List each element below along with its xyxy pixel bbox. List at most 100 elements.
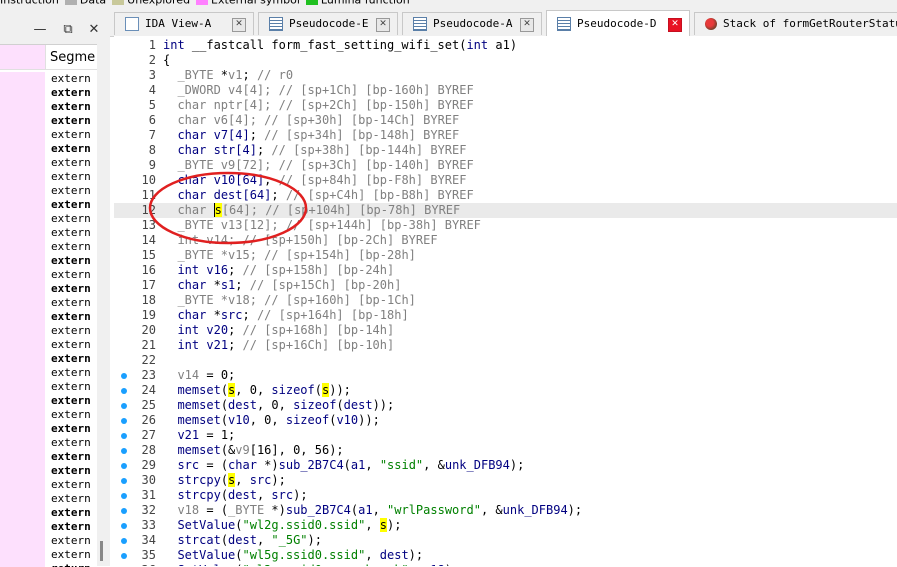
code-line[interactable]: 26 memset(v10, 0, sizeof(v10)); (114, 413, 897, 428)
close-icon[interactable]: ✕ (84, 19, 104, 41)
list-item[interactable]: extern (0, 212, 97, 226)
list-item[interactable]: extern (0, 492, 97, 506)
code-line[interactable]: 33 SetValue("wl2g.ssid0.ssid", s); (114, 518, 897, 533)
code-line[interactable]: 4 _DWORD v4[4]; // [sp+1Ch] [bp-160h] BY… (114, 83, 897, 98)
code-line[interactable]: 10 char v10[64]; // [sp+84h] [bp-F8h] BY… (114, 173, 897, 188)
list-item[interactable]: extern (0, 394, 97, 408)
code-line[interactable]: 22 (114, 353, 897, 368)
list-item[interactable]: return (0, 562, 97, 567)
list-item[interactable]: extern (0, 128, 97, 142)
float-window-icon[interactable]: ⧉ (58, 19, 78, 41)
code-line[interactable]: 32 v18 = (_BYTE *)sub_2B7C4(a1, "wrlPass… (114, 503, 897, 518)
code-line[interactable]: 8 char str[4]; // [sp+38h] [bp-144h] BYR… (114, 143, 897, 158)
code-line[interactable]: 18 _BYTE *v18; // [sp+160h] [bp-1Ch] (114, 293, 897, 308)
list-item[interactable]: extern (0, 534, 97, 548)
code-line[interactable]: 24 memset(s, 0, sizeof(s)); (114, 383, 897, 398)
code-line[interactable]: 3 _BYTE *v1; // r0 (114, 68, 897, 83)
code-line[interactable]: 29 src = (char *)sub_2B7C4(a1, "ssid", &… (114, 458, 897, 473)
code-line[interactable]: 17 char *s1; // [sp+15Ch] [bp-20h] (114, 278, 897, 293)
list-item[interactable]: extern (0, 100, 97, 114)
list-item[interactable]: extern (0, 478, 97, 492)
code-line[interactable]: 30 strcpy(s, src); (114, 473, 897, 488)
list-item[interactable]: extern (0, 170, 97, 184)
list-item[interactable]: extern (0, 450, 97, 464)
list-item[interactable]: extern (0, 268, 97, 282)
breakpoint-dot-icon[interactable] (121, 523, 127, 529)
code-line[interactable]: 5 char nptr[4]; // [sp+2Ch] [bp-150h] BY… (114, 98, 897, 113)
code-line[interactable]: 20 int v20; // [sp+168h] [bp-14h] (114, 323, 897, 338)
list-item[interactable]: extern (0, 352, 97, 366)
list-item[interactable]: extern (0, 506, 97, 520)
code-line[interactable]: 9 _BYTE v9[72]; // [sp+3Ch] [bp-140h] BY… (114, 158, 897, 173)
code-line[interactable]: 25 memset(dest, 0, sizeof(dest)); (114, 398, 897, 413)
list-item[interactable]: extern (0, 464, 97, 478)
code-line[interactable]: 11 char dest[64]; // [sp+C4h] [bp-B8h] B… (114, 188, 897, 203)
list-item[interactable]: extern (0, 310, 97, 324)
list-item[interactable]: extern (0, 408, 97, 422)
code-line[interactable]: 15 _BYTE *v15; // [sp+154h] [bp-28h] (114, 248, 897, 263)
code-line[interactable]: 16 int v16; // [sp+158h] [bp-24h] (114, 263, 897, 278)
list-item[interactable]: extern (0, 520, 97, 534)
list-item[interactable]: extern (0, 156, 97, 170)
breakpoint-dot-icon[interactable] (121, 448, 127, 454)
list-item[interactable]: extern (0, 380, 97, 394)
left-panel-scrollbar[interactable] (97, 44, 110, 566)
breakpoint-dot-icon[interactable] (121, 478, 127, 484)
tab-stack-of-formgetrouterstatus[interactable]: Stack of formGetRouterStatus (694, 12, 897, 35)
code-line[interactable]: 28 memset(&v9[16], 0, 56); (114, 443, 897, 458)
list-item[interactable]: extern (0, 366, 97, 380)
list-item[interactable]: extern (0, 282, 97, 296)
code-line[interactable]: 12 char s[64]; // [sp+104h] [bp-78h] BYR… (114, 203, 897, 218)
tab-pseudocode-a[interactable]: Pseudocode-A ✕ (402, 12, 542, 35)
tab-ida-view-a[interactable]: IDA View-A ✕ (114, 12, 254, 35)
code-line[interactable]: 23 v14 = 0; (114, 368, 897, 383)
code-line[interactable]: 35 SetValue("wl5g.ssid0.ssid", dest); (114, 548, 897, 563)
code-line[interactable]: 34 strcat(dest, "_5G"); (114, 533, 897, 548)
list-item[interactable]: extern (0, 226, 97, 240)
close-tab-icon[interactable]: ✕ (668, 18, 682, 32)
list-item[interactable]: extern (0, 240, 97, 254)
code-line[interactable]: 2{ (114, 53, 897, 68)
tab-pseudocode-d[interactable]: Pseudocode-D ✕ (546, 10, 690, 37)
tab-pseudocode-e[interactable]: Pseudocode-E ✕ (258, 12, 398, 35)
minus-icon[interactable]: — (30, 19, 50, 41)
list-item[interactable]: extern (0, 142, 97, 156)
list-item[interactable]: extern (0, 184, 97, 198)
list-item[interactable]: extern (0, 86, 97, 100)
list-item[interactable]: extern (0, 114, 97, 128)
column-segment-header[interactable]: Segme (50, 50, 95, 65)
list-item[interactable]: extern (0, 436, 97, 450)
breakpoint-dot-icon[interactable] (121, 388, 127, 394)
list-item[interactable]: extern (0, 422, 97, 436)
close-tab-icon[interactable]: ✕ (520, 18, 534, 32)
column-name-header[interactable] (0, 45, 46, 69)
code-line[interactable]: 27 v21 = 1; (114, 428, 897, 443)
list-item[interactable]: extern (0, 548, 97, 562)
pseudocode-view[interactable]: 1 int __fastcall form_fast_setting_wifi_s… (114, 36, 897, 566)
breakpoint-dot-icon[interactable] (121, 433, 127, 439)
breakpoint-dot-icon[interactable] (121, 373, 127, 379)
close-tab-icon[interactable]: ✕ (232, 18, 246, 32)
code-line[interactable]: 13 _BYTE v13[12]; // [sp+144h] [bp-38h] … (114, 218, 897, 233)
breakpoint-dot-icon[interactable] (121, 538, 127, 544)
list-item[interactable]: extern (0, 72, 97, 86)
code-line[interactable]: 19 char *src; // [sp+164h] [bp-18h] (114, 308, 897, 323)
breakpoint-dot-icon[interactable] (121, 418, 127, 424)
close-tab-icon[interactable]: ✕ (376, 18, 390, 32)
code-line[interactable]: 6 char v6[4]; // [sp+30h] [bp-14Ch] BYRE… (114, 113, 897, 128)
code-line[interactable]: 14 int v14; // [sp+150h] [bp-2Ch] BYREF (114, 233, 897, 248)
code-line[interactable]: 7 char v7[4]; // [sp+34h] [bp-148h] BYRE… (114, 128, 897, 143)
list-item[interactable]: extern (0, 338, 97, 352)
list-item[interactable]: extern (0, 324, 97, 338)
breakpoint-dot-icon[interactable] (121, 403, 127, 409)
breakpoint-dot-icon[interactable] (121, 493, 127, 499)
list-item[interactable]: extern (0, 198, 97, 212)
code-line[interactable]: 31 strcpy(dest, src); (114, 488, 897, 503)
breakpoint-dot-icon[interactable] (121, 553, 127, 559)
breakpoint-dot-icon[interactable] (121, 463, 127, 469)
breakpoint-dot-icon[interactable] (121, 508, 127, 514)
scrollbar-thumb[interactable] (100, 541, 103, 561)
code-line[interactable]: 1 int __fastcall form_fast_setting_wifi_s… (114, 38, 897, 53)
list-item[interactable]: extern (0, 254, 97, 268)
list-item[interactable]: extern (0, 296, 97, 310)
